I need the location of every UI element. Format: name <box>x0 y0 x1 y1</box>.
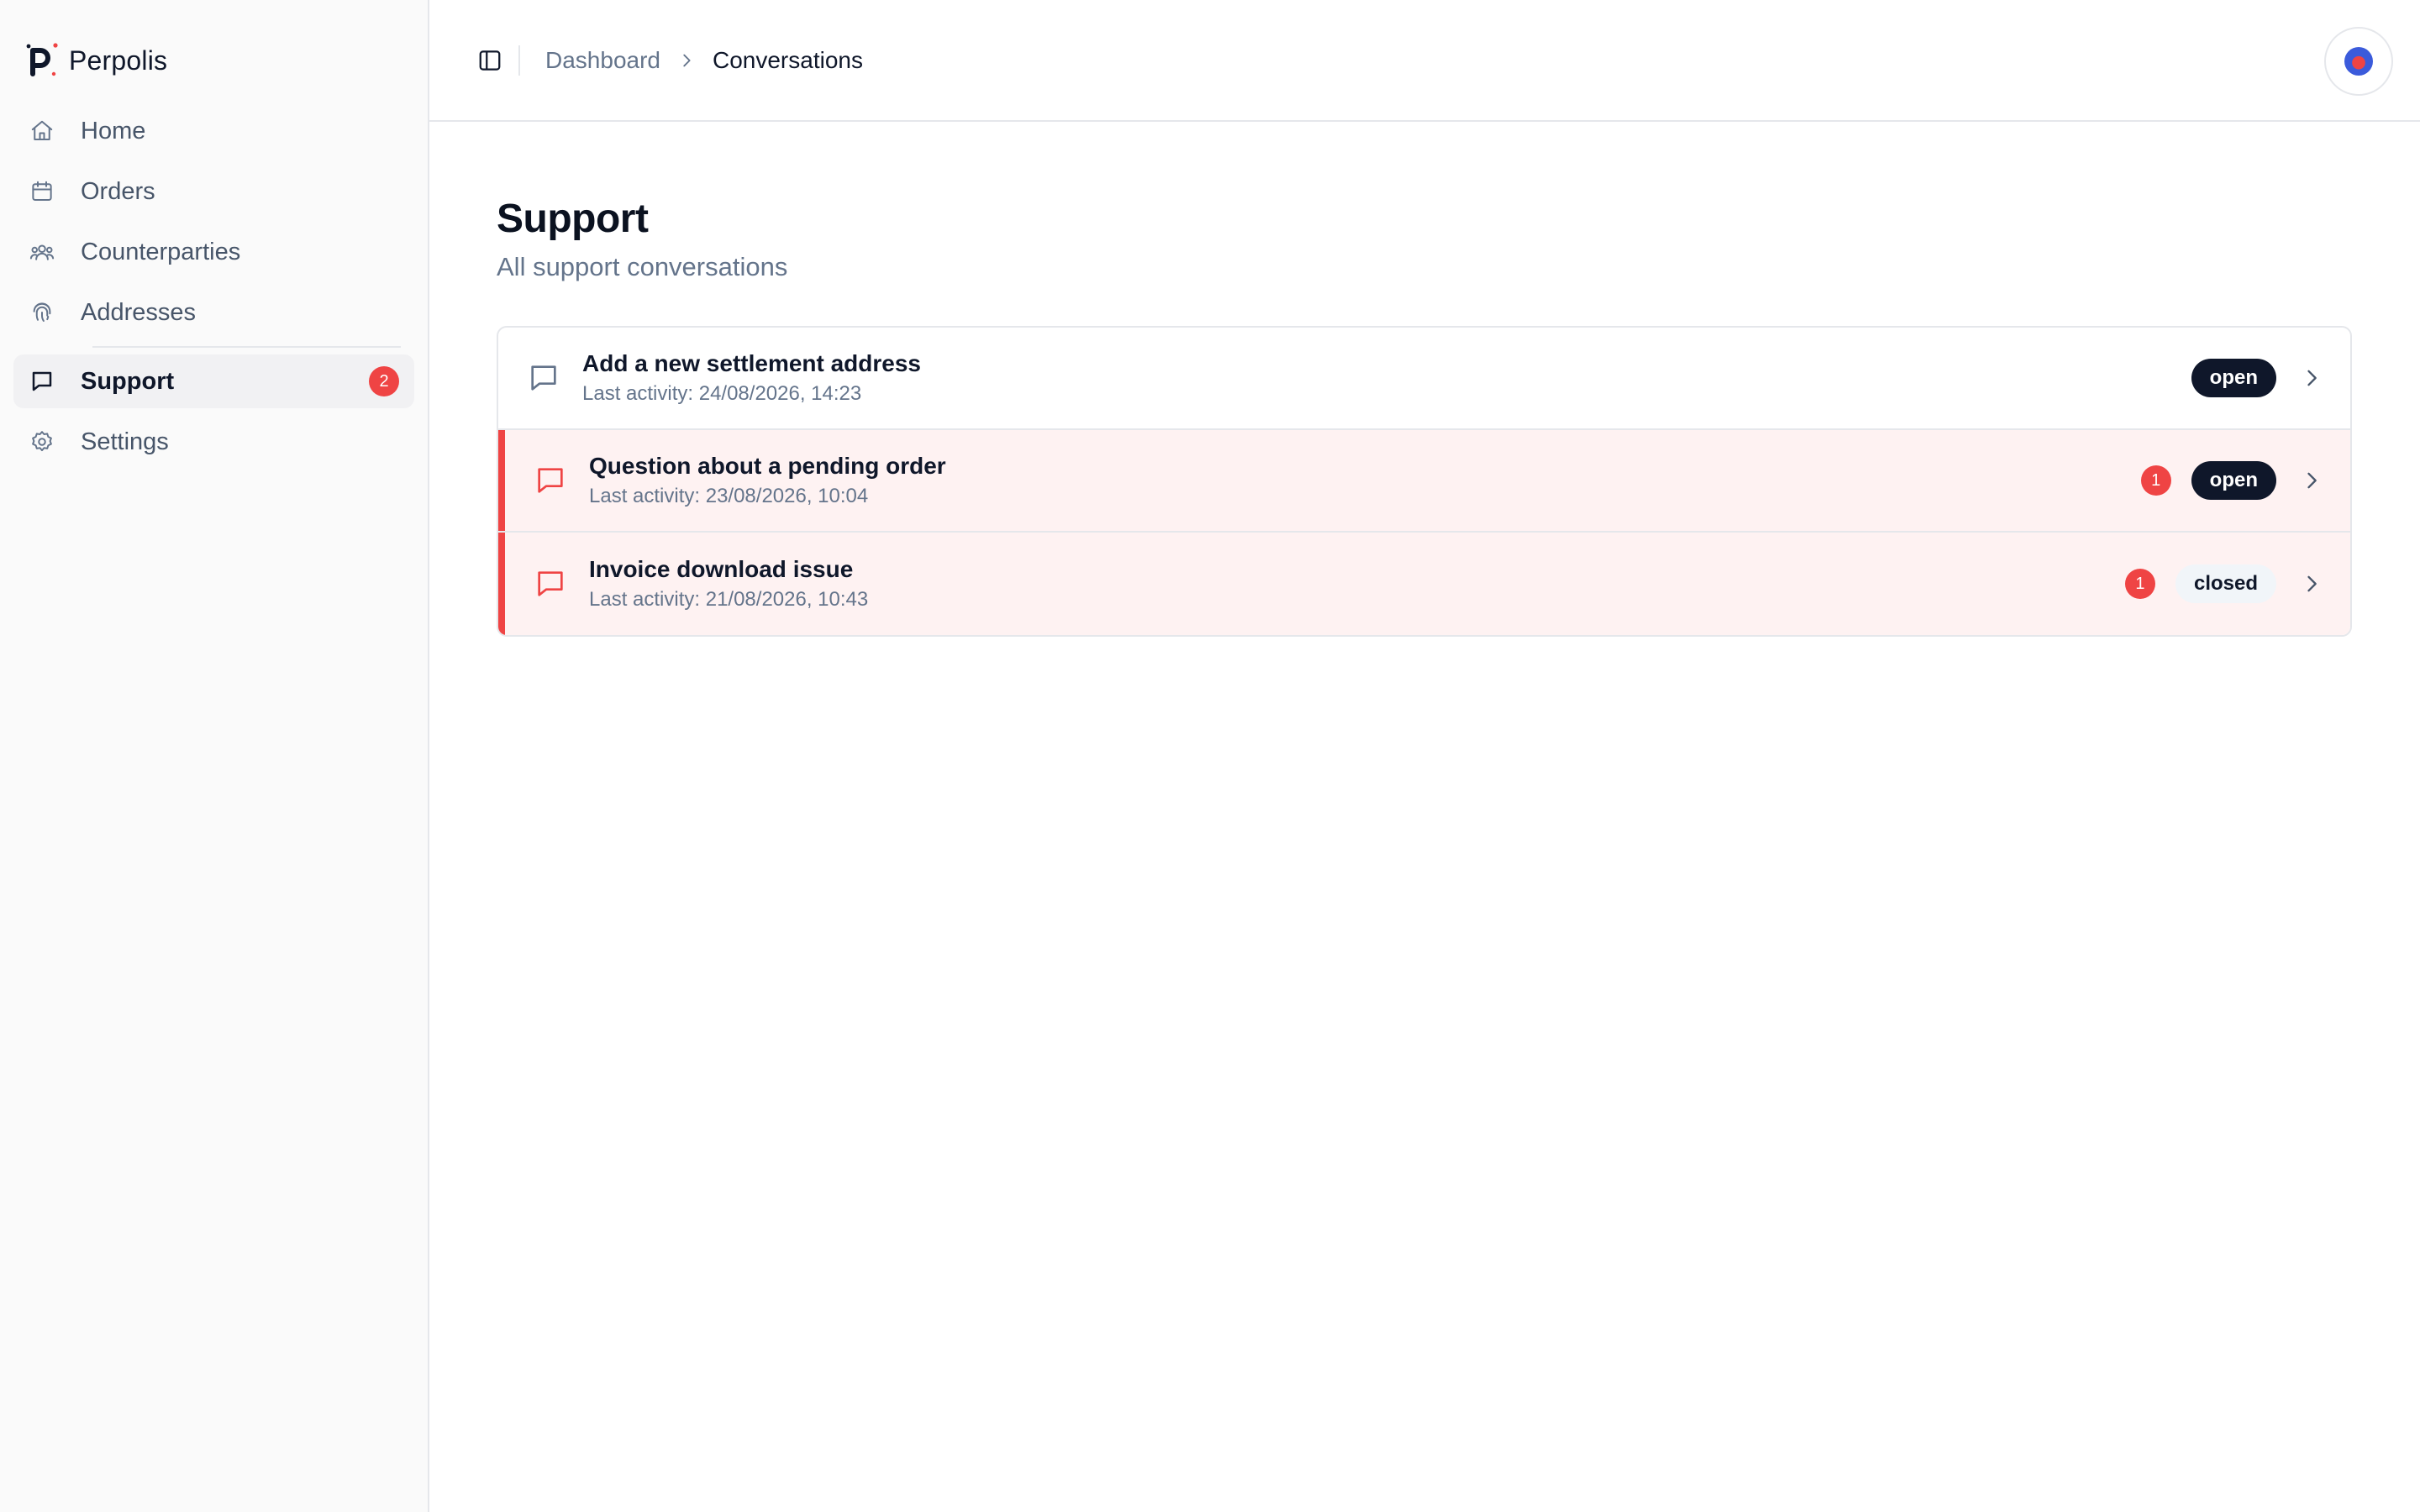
sidebar-item-label: Orders <box>81 177 155 205</box>
page-title: Support <box>497 197 649 241</box>
topbar: Dashboard Conversations <box>429 0 2420 122</box>
support-unread-badge: 2 <box>369 366 399 396</box>
sidebar-toggle-button[interactable] <box>466 37 513 84</box>
conversation-last-activity: Last activity: 24/08/2026, 14:23 <box>582 382 862 405</box>
conversation-title: Invoice download issue <box>589 556 854 582</box>
calendar-icon <box>29 178 55 205</box>
unread-count-badge: 1 <box>2124 569 2155 599</box>
chevron-right-icon <box>2300 572 2323 596</box>
sidebar-item-label: Home <box>81 117 146 144</box>
conversation-last-activity: Last activity: 21/08/2026, 10:43 <box>589 588 869 611</box>
chevron-right-icon <box>2300 366 2323 390</box>
sidebar-item-label: Counterparties <box>81 238 241 265</box>
message-icon <box>29 368 55 395</box>
conversation-last-activity: Last activity: 23/08/2026, 10:04 <box>589 485 869 507</box>
status-badge: closed <box>2175 564 2276 603</box>
fingerprint-icon <box>29 299 55 326</box>
conversation-row[interactable]: Add a new settlement address Last activi… <box>498 328 2350 430</box>
message-icon <box>534 567 567 601</box>
status-badge: open <box>2191 461 2276 500</box>
page-subtitle: All support conversations <box>497 252 788 281</box>
sidebar-panel-icon <box>479 50 501 71</box>
page-content: Support All support conversations Add a … <box>429 122 2420 637</box>
sidebar-item-label: Support <box>81 367 175 395</box>
conversation-title: Add a new settlement address <box>582 350 922 376</box>
message-icon <box>534 464 567 497</box>
unread-count-badge: 1 <box>2140 465 2171 496</box>
conversation-list: Add a new settlement address Last activi… <box>497 326 2352 637</box>
topbar-divider <box>518 45 520 76</box>
brand[interactable]: Perpolis <box>13 30 414 91</box>
conversation-text: Question about a pending order Last acti… <box>589 453 2141 508</box>
breadcrumb: Dashboard Conversations <box>545 47 863 74</box>
sidebar-item-support[interactable]: Support 2 <box>13 354 414 408</box>
status-badge: open <box>2191 359 2276 397</box>
chevron-right-icon <box>677 51 696 70</box>
perpolis-logo-icon <box>26 43 58 76</box>
sidebar-item-label: Settings <box>81 428 169 455</box>
chevron-right-icon <box>2300 469 2323 492</box>
user-menu-button[interactable] <box>2324 27 2393 96</box>
sidebar-item-counterparties[interactable]: Counterparties <box>13 225 414 279</box>
brand-name: Perpolis <box>69 45 168 76</box>
avatar <box>2344 47 2373 76</box>
home-icon <box>29 118 55 144</box>
conversation-title: Question about a pending order <box>589 453 946 479</box>
sidebar-item-label: Addresses <box>81 298 197 326</box>
sidebar-item-addresses[interactable]: Addresses <box>13 286 414 339</box>
main-area: Dashboard Conversations Support All supp… <box>429 0 2420 1512</box>
conversation-text: Invoice download issue Last activity: 21… <box>589 556 2125 612</box>
breadcrumb-current: Conversations <box>712 46 863 73</box>
gear-icon <box>29 428 55 455</box>
breadcrumb-dashboard-link[interactable]: Dashboard <box>545 47 660 74</box>
nav-divider <box>92 346 401 348</box>
users-icon <box>29 239 55 265</box>
message-icon <box>527 361 560 395</box>
conversation-row[interactable]: Question about a pending order Last acti… <box>498 430 2350 533</box>
conversation-row[interactable]: Invoice download issue Last activity: 21… <box>498 533 2350 635</box>
sidebar-item-home[interactable]: Home <box>13 104 414 158</box>
sidebar: Perpolis Home Orders Counterparties Addr… <box>0 0 429 1512</box>
sidebar-item-orders[interactable]: Orders <box>13 165 414 218</box>
sidebar-item-settings[interactable]: Settings <box>13 415 414 469</box>
sidebar-nav: Home Orders Counterparties Addresses Sup… <box>13 104 414 469</box>
conversation-text: Add a new settlement address Last activi… <box>582 350 2191 406</box>
